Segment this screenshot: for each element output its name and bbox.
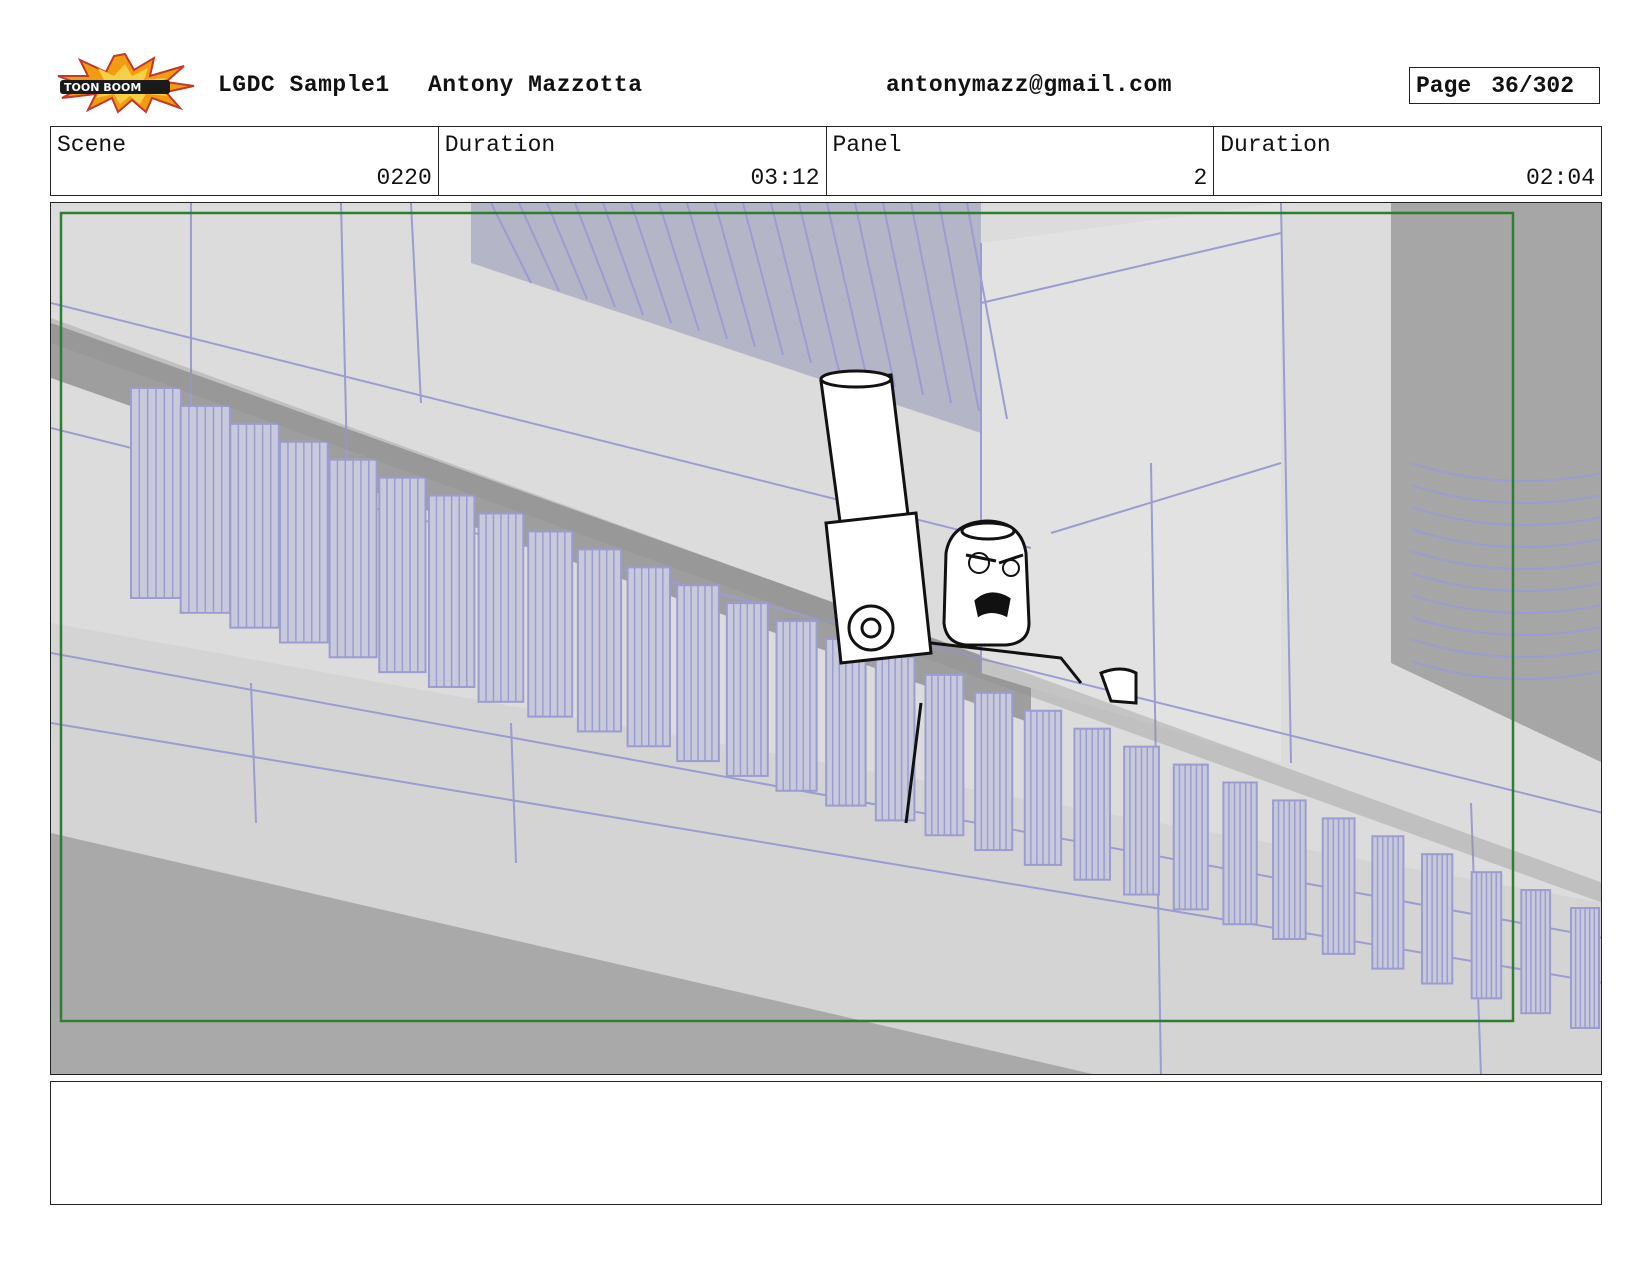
panel-cell: Panel 2 xyxy=(827,127,1215,195)
logo-text: TOON BOOM xyxy=(64,81,141,94)
author-name: Antony Mazzotta xyxy=(428,72,643,98)
scene-value: 0220 xyxy=(376,165,432,191)
panel-value: 2 xyxy=(1193,165,1208,191)
author-email: antonymazz@gmail.com xyxy=(886,72,1173,98)
project-title: LGDC Sample1 xyxy=(218,72,390,98)
panel-duration-value: 02:04 xyxy=(1525,165,1595,191)
storyboard-panel-image xyxy=(50,202,1602,1075)
panel-drawing xyxy=(51,203,1601,1074)
scene-duration-cell: Duration 03:12 xyxy=(439,127,827,195)
toonboom-logo-icon: TOON BOOM xyxy=(54,52,196,114)
page-number: 36/302 xyxy=(1491,72,1575,99)
panel-notes-box xyxy=(50,1081,1602,1205)
panel-duration-label: Duration xyxy=(1220,132,1331,158)
scene-label: Scene xyxy=(57,132,127,158)
panel-duration-cell: Duration 02:04 xyxy=(1214,127,1601,195)
scene-info-row: Scene 0220 Duration 03:12 Panel 2 Durati… xyxy=(50,126,1602,196)
panel-label: Panel xyxy=(832,132,902,158)
page-label: Page xyxy=(1416,72,1472,99)
scene-duration-value: 03:12 xyxy=(750,165,820,191)
scene-cell: Scene 0220 xyxy=(51,127,439,195)
page-indicator: Page 36/302 xyxy=(1409,67,1600,104)
scene-duration-label: Duration xyxy=(444,132,556,158)
